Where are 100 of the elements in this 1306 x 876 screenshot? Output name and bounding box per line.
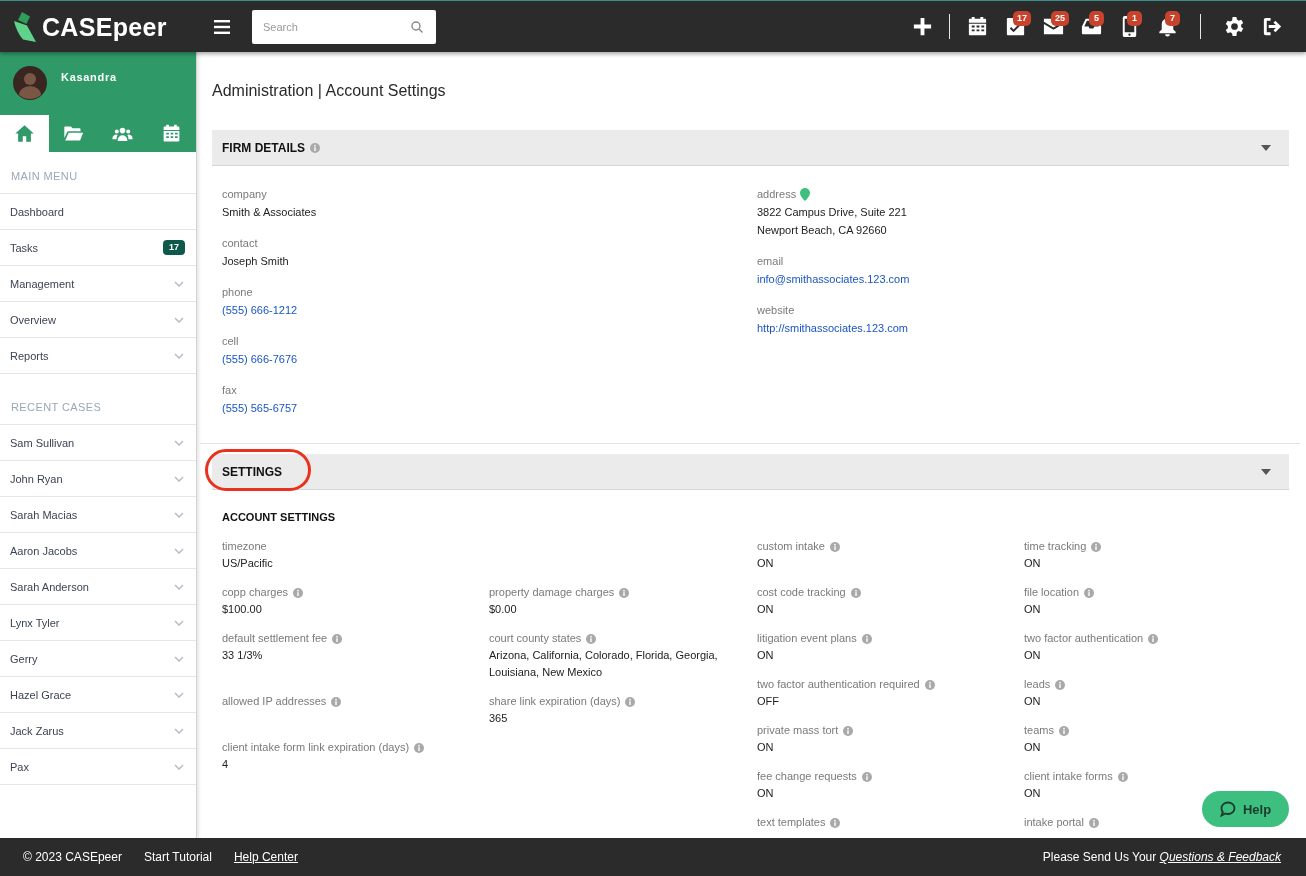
setting-value: ON — [1024, 556, 1041, 571]
logo-icon — [14, 11, 36, 42]
setting-value: ON — [1024, 602, 1041, 617]
footer-link[interactable]: Help Center — [233, 850, 298, 864]
setting-label: court county states — [489, 631, 582, 646]
count-badge: 5 — [1089, 10, 1104, 26]
menu-button[interactable] — [214, 19, 230, 34]
menu-item[interactable]: Gerry — [0, 641, 196, 677]
section-header[interactable]: FIRM DETAILS — [212, 130, 1289, 166]
count-badge: 17 — [1013, 10, 1031, 26]
menu-item[interactable]: John Ryan — [0, 461, 196, 497]
address-line: Newport Beach, CA 92660 — [757, 223, 887, 238]
search-field[interactable]: Search — [252, 9, 436, 44]
setting-label: share link expiration (days) — [489, 694, 621, 709]
setting-label: two factor authentication required — [757, 677, 920, 692]
menu-item[interactable]: Pax — [0, 749, 196, 785]
avatar-icon — [13, 66, 47, 100]
menu-section-title: MAIN MENU — [11, 170, 78, 182]
setting-label: intake portal — [1024, 815, 1084, 830]
setting-value: US/Pacific — [222, 556, 273, 571]
search-icon[interactable] — [411, 20, 423, 33]
setting-value: ON — [757, 740, 774, 755]
field-link[interactable]: (555) 565-6757 — [222, 402, 298, 414]
menu-item[interactable]: Jack Zarus — [0, 713, 196, 749]
count-badge: 7 — [1165, 10, 1180, 26]
chevron-down-icon — [174, 547, 184, 554]
chevron-down-icon — [174, 763, 184, 770]
toolbar-button[interactable]: 1 — [1110, 1, 1148, 52]
setting-value: ON — [757, 648, 774, 663]
menu-item[interactable]: Tasks 17 — [0, 230, 196, 266]
field-link[interactable]: info@smithassociates.123.com — [757, 273, 910, 285]
setting-label: private mass tort — [757, 723, 839, 738]
setting-label: text templates — [757, 815, 826, 830]
toolbar-button[interactable]: 5 — [1072, 1, 1110, 52]
menu-icon — [214, 19, 230, 34]
setting-label: file location — [1024, 585, 1080, 600]
toolbar-button[interactable]: 25 — [1034, 1, 1072, 52]
setting-value: ON — [1024, 694, 1041, 709]
field-value: Joseph Smith — [222, 254, 289, 269]
setting-value: $0.00 — [489, 602, 517, 617]
menu-item[interactable]: Reports — [0, 338, 196, 374]
chevron-down-icon — [174, 316, 184, 323]
setting-value: 33 1/3% — [222, 648, 263, 663]
field-label: address — [757, 187, 797, 202]
field-link[interactable]: (555) 666-7676 — [222, 353, 298, 365]
chevron-down-icon — [174, 583, 184, 590]
menu-section-title: RECENT CASES — [11, 401, 102, 413]
subsection-title: ACCOUNT SETTINGS — [222, 510, 336, 525]
menu-item[interactable]: Management — [0, 266, 196, 302]
setting-label: time tracking — [1024, 539, 1087, 554]
menu-item[interactable]: Hazel Grace — [0, 677, 196, 713]
menu-item[interactable]: Sarah Macias — [0, 497, 196, 533]
setting-label: client intake form link expiration (days) — [222, 740, 410, 755]
page-title: Administration | Account Settings — [212, 81, 446, 101]
user-name: Kasandra — [61, 70, 117, 85]
field-label: cell — [222, 334, 239, 349]
setting-label: property damage charges — [489, 585, 615, 600]
section-header[interactable]: SETTINGS — [212, 454, 1289, 490]
setting-value: 365 — [489, 711, 508, 726]
chevron-down-icon — [174, 475, 184, 482]
setting-label: default settlement fee — [222, 631, 328, 646]
caret-down-icon[interactable] — [1261, 144, 1271, 151]
setting-label: fee change requests — [757, 769, 857, 784]
toolbar-button[interactable]: 17 — [996, 1, 1034, 52]
setting-label: allowed IP addresses — [222, 694, 327, 709]
home-icon — [14, 123, 35, 144]
menu-item[interactable]: Lynx Tyler — [0, 605, 196, 641]
setting-value: OFF — [757, 694, 779, 709]
section-title: FIRM DETAILS — [222, 140, 306, 155]
caret-down-icon[interactable] — [1261, 468, 1271, 475]
setting-label: litigation event plans — [757, 631, 857, 646]
field-label: contact — [222, 236, 258, 251]
setting-label: leads — [1024, 677, 1051, 692]
menu-item[interactable]: Sam Sullivan — [0, 425, 196, 461]
section-title: SETTINGS — [222, 464, 282, 479]
field-label: website — [757, 303, 795, 318]
menu-item[interactable]: Overview — [0, 302, 196, 338]
setting-label: custom intake — [757, 539, 825, 554]
menu-item[interactable]: Sarah Anderson — [0, 569, 196, 605]
setting-label: copp charges — [222, 585, 289, 600]
field-link[interactable]: (555) 666-1212 — [222, 304, 298, 316]
setting-label: teams — [1024, 723, 1054, 738]
field-label: phone — [222, 285, 253, 300]
setting-label: client intake forms — [1024, 769, 1113, 784]
chevron-down-icon — [174, 352, 184, 359]
feedback-link[interactable]: Questions & Feedback — [1159, 850, 1281, 864]
setting-value: ON — [1024, 648, 1041, 663]
copyright-text: © 2023 CASEpeer — [23, 850, 122, 864]
chevron-down-icon — [174, 619, 184, 626]
count-badge: 25 — [1051, 10, 1069, 26]
menu-item[interactable]: Aaron Jacobs — [0, 533, 196, 569]
calendar-icon — [161, 123, 182, 144]
footer-link[interactable]: Start Tutorial — [143, 850, 212, 864]
map-pin-icon — [800, 187, 811, 201]
help-button[interactable]: Help — [1202, 791, 1289, 827]
setting-value: $100.00 — [222, 602, 262, 617]
menu-item[interactable]: Dashboard — [0, 194, 196, 230]
toolbar-button[interactable]: 7 — [1148, 1, 1186, 52]
setting-value: 4 — [222, 757, 229, 772]
field-link[interactable]: http://smithassociates.123.com — [757, 322, 908, 334]
